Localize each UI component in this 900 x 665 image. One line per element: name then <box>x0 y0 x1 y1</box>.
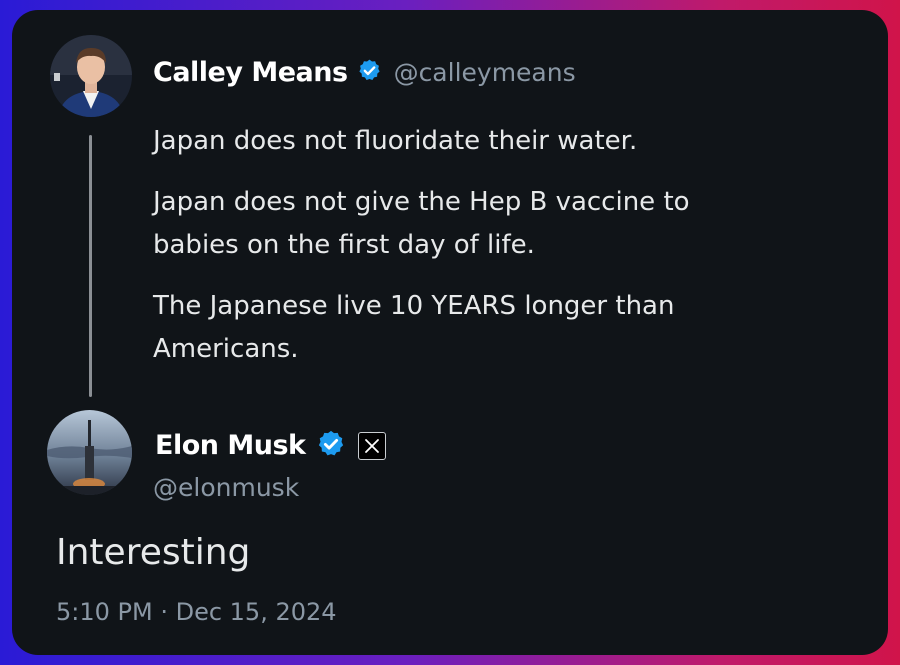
original-author-row: Calley Means @calleymeans <box>153 56 576 88</box>
tweet-card: Calley Means @calleymeans Japan does not… <box>12 10 888 655</box>
reply-author-row: Elon Musk <box>155 427 386 464</box>
tweet-paragraph: Japan does not fluoridate their water. <box>153 126 638 156</box>
calley-means-avatar[interactable] <box>50 35 132 117</box>
reply-body: Interesting <box>56 532 251 573</box>
thread-connector-line <box>89 135 92 397</box>
elon-musk-avatar[interactable] <box>47 410 132 495</box>
reply-author-handle[interactable]: @elonmusk <box>153 473 299 502</box>
tweet-paragraph: Japan does not give the Hep B vaccine to… <box>153 187 690 260</box>
reply-handle-text: @elonmusk <box>153 473 300 502</box>
original-author-name[interactable]: Calley Means <box>153 57 348 88</box>
verified-badge-icon <box>357 58 382 88</box>
original-tweet-body: Japan does not fluoridate their water. J… <box>153 120 753 389</box>
original-author-handle[interactable]: @calleymeans <box>394 58 576 87</box>
reply-timestamp[interactable]: 5:10 PM · Dec 15, 2024 <box>56 598 337 626</box>
tweet-paragraph: The Japanese live 10 YEARS longer than A… <box>153 291 675 364</box>
reply-author-name[interactable]: Elon Musk <box>155 430 306 461</box>
x-logo-icon[interactable] <box>357 431 386 460</box>
verified-badge-icon <box>316 429 346 464</box>
